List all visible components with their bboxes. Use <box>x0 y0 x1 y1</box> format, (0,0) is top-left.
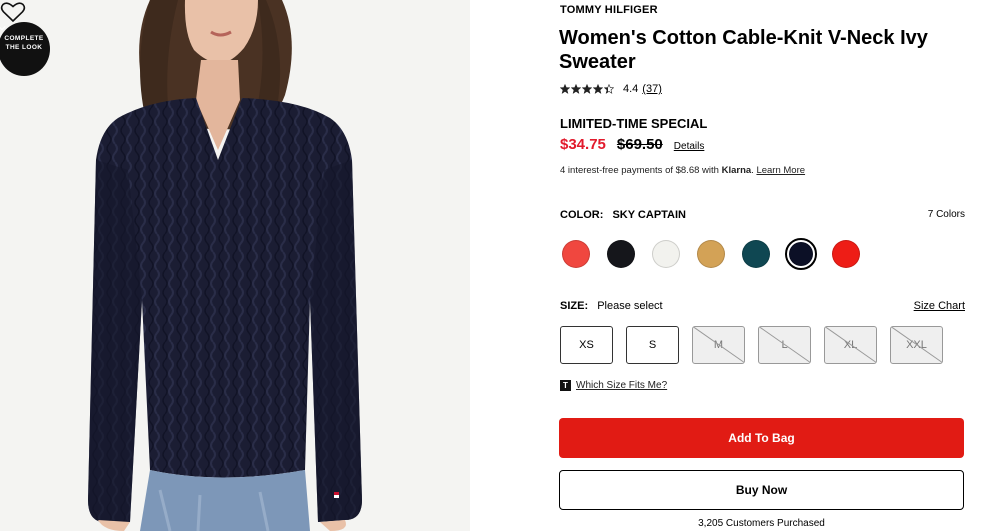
color-selector-header: COLOR: SKY CAPTAIN 7 Colors <box>560 209 965 221</box>
color-count: 7 Colors <box>927 209 965 220</box>
size-chart-link[interactable]: Size Chart <box>914 300 965 312</box>
sale-price: $34.75 <box>560 136 606 153</box>
color-swatch[interactable] <box>785 238 817 270</box>
color-swatch-dot <box>607 240 635 268</box>
color-swatch[interactable] <box>560 238 592 270</box>
star-rating <box>560 84 614 94</box>
price-row: $34.75 $69.50 Details <box>560 136 704 153</box>
color-label: COLOR: <box>560 209 604 221</box>
size-option-l[interactable]: L <box>758 326 811 364</box>
size-option-s[interactable]: S <box>626 326 679 364</box>
selected-color-name: SKY CAPTAIN <box>612 209 686 221</box>
color-swatch-dot <box>697 240 725 268</box>
complete-the-look-label: COMPLETE <box>4 35 44 42</box>
klarna-message: 4 interest-free payments of $8.68 with K… <box>560 165 805 176</box>
brand-name[interactable]: TOMMY HILFIGER <box>560 4 658 16</box>
star-icon <box>560 84 570 94</box>
rating-value: 4.4 <box>623 83 639 95</box>
buy-now-button[interactable]: Buy Now <box>559 470 964 510</box>
customers-purchased-count: 3,205 Customers Purchased <box>698 518 825 529</box>
size-options: XS S M L XL XXL <box>560 326 956 364</box>
size-option-xs[interactable]: XS <box>560 326 613 364</box>
color-swatch[interactable] <box>695 238 727 270</box>
size-option-m[interactable]: M <box>692 326 745 364</box>
original-price: $69.50 <box>616 136 663 153</box>
klarna-logo: Klarna <box>721 165 752 176</box>
size-label: SIZE: <box>560 300 589 312</box>
model-illustration <box>88 0 362 531</box>
price-details-link[interactable]: Details <box>674 141 705 152</box>
color-swatch[interactable] <box>740 238 772 270</box>
star-icon <box>571 84 581 94</box>
star-icon <box>582 84 592 94</box>
complete-the-look-label: THE LOOK <box>5 44 43 51</box>
color-swatch[interactable] <box>650 238 682 270</box>
rating-summary[interactable]: 4.4 (37) <box>560 83 662 95</box>
size-option-xxl[interactable]: XXL <box>890 326 943 364</box>
product-image[interactable]: COMPLETE THE LOOK <box>0 0 470 531</box>
star-icon <box>604 84 614 94</box>
color-swatch[interactable] <box>605 238 637 270</box>
color-swatch-dot <box>789 242 813 266</box>
chevron-down-icon <box>0 26 6 31</box>
color-swatch-dot <box>652 240 680 268</box>
which-size-fits-link[interactable]: Which Size Fits Me? <box>576 380 667 391</box>
size-fit-helper[interactable]: T Which Size Fits Me? <box>560 380 667 391</box>
selected-size: Please select <box>597 300 663 312</box>
color-swatches <box>560 238 875 270</box>
fit-badge-icon: T <box>560 380 571 391</box>
color-swatch[interactable] <box>830 238 862 270</box>
heart-icon[interactable] <box>0 0 26 24</box>
color-swatch-dot <box>832 240 860 268</box>
size-selector-header: SIZE: Please select Size Chart <box>560 300 965 312</box>
complete-the-look-button[interactable]: COMPLETE THE LOOK <box>0 22 50 76</box>
add-to-bag-button[interactable]: Add To Bag <box>559 418 964 458</box>
color-swatch-dot <box>562 240 590 268</box>
klarna-text: 4 interest-free payments of $8.68 with <box>560 165 722 176</box>
product-title: Women's Cotton Cable-Knit V-Neck Ivy Swe… <box>559 27 928 73</box>
star-icon <box>593 84 603 94</box>
promo-label: LIMITED-TIME SPECIAL <box>560 116 708 131</box>
size-option-xl[interactable]: XL <box>824 326 877 364</box>
color-swatch-dot <box>742 240 770 268</box>
review-count-link[interactable]: (37) <box>642 83 662 95</box>
klarna-learn-more-link[interactable]: Learn More <box>756 165 805 176</box>
